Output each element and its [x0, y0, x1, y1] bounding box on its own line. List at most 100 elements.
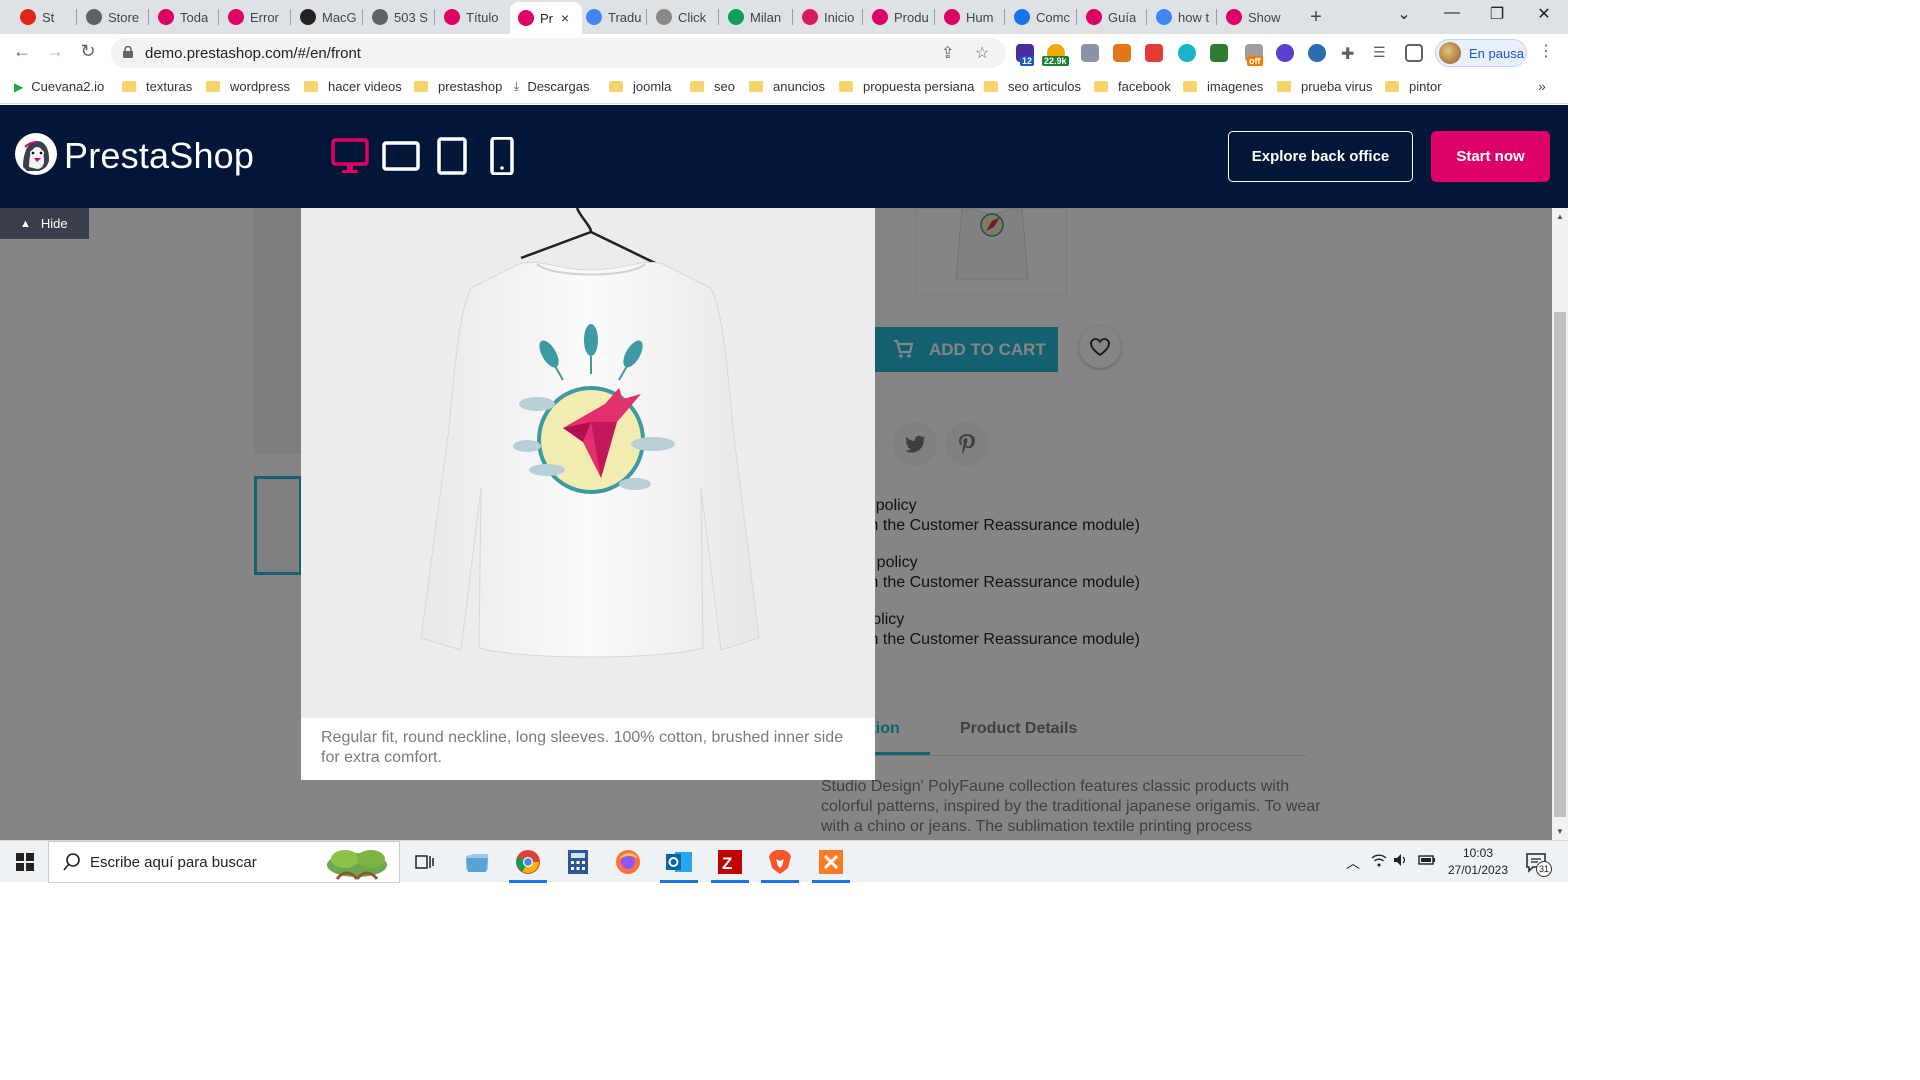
browser-tab[interactable]: Hum	[940, 6, 1000, 28]
firefox-icon[interactable]	[613, 847, 643, 877]
tab-favicon-icon	[1156, 9, 1172, 25]
browser-tab[interactable]: Milan	[724, 6, 784, 28]
tab-close-icon[interactable]: ×	[561, 10, 569, 26]
metamask-icon[interactable]	[1113, 44, 1131, 62]
brave-icon[interactable]	[761, 847, 799, 883]
browser-tab[interactable]: Error	[224, 6, 284, 28]
tab-separator	[76, 9, 77, 25]
bookmark-item[interactable]: pintor	[1385, 79, 1442, 94]
desktop-icon[interactable]	[331, 137, 369, 175]
folder-icon	[984, 81, 998, 92]
browser-tab[interactable]: Inicio	[798, 6, 858, 28]
extension-bolt-icon[interactable]	[1308, 44, 1326, 62]
browser-tab[interactable]: Store	[82, 6, 142, 28]
mobile-icon[interactable]	[490, 137, 514, 175]
maximize-icon[interactable]: ❐	[1485, 4, 1509, 24]
browser-tab[interactable]: Tradu	[582, 6, 642, 28]
profile-button[interactable]: En pausa	[1435, 39, 1527, 67]
browser-tab[interactable]: Click	[652, 6, 712, 28]
tab-favicon-icon	[656, 9, 672, 25]
bookmark-item[interactable]: anuncios	[749, 79, 825, 94]
bookmark-item[interactable]: seo	[690, 79, 735, 94]
page-scrollbar[interactable]: ▲ ▼	[1552, 208, 1568, 840]
browser-tab[interactable]: Comc	[1010, 6, 1070, 28]
media-control-icon[interactable]: ☰	[1373, 44, 1391, 62]
tab-label: Toda	[180, 9, 209, 25]
bookmark-label: Cuevana2.io	[31, 79, 105, 94]
browser-tab[interactable]: Pr ×	[510, 2, 582, 34]
share-icon[interactable]: ⇪	[941, 43, 954, 63]
menu-kebab-icon[interactable]: ⋮	[1534, 41, 1558, 61]
bookmark-item[interactable]: prestashop	[414, 79, 502, 94]
scroll-down-icon[interactable]: ▼	[1556, 827, 1564, 836]
browser-tab[interactable]: St	[16, 6, 76, 28]
task-view-icon[interactable]	[410, 847, 440, 877]
hide-toolbar-button[interactable]: ▲ Hide	[0, 208, 89, 239]
back-icon[interactable]: ←	[10, 41, 34, 62]
extension-tag-icon[interactable]	[1145, 44, 1163, 62]
prestashop-logo-text: PrestaShop	[64, 135, 255, 176]
minimize-icon[interactable]: —	[1440, 4, 1464, 22]
outlook-icon[interactable]	[660, 847, 698, 883]
new-tab-button[interactable]: +	[1306, 6, 1326, 29]
folder-icon	[839, 81, 853, 92]
browser-tab[interactable]: MacG	[296, 6, 356, 28]
bookmark-item[interactable]: ▶ Cuevana2.io	[14, 79, 104, 94]
site-favicon-icon: ▶	[14, 79, 24, 94]
forward-icon[interactable]: →	[43, 41, 67, 62]
scroll-up-icon[interactable]: ▲	[1556, 212, 1564, 221]
bookmark-item[interactable]: hacer videos	[304, 79, 402, 94]
bookmark-item[interactable]: ⤓ Descargas	[514, 79, 589, 94]
extensions-puzzle-icon[interactable]: ✚	[1341, 44, 1359, 63]
xampp-icon[interactable]	[812, 847, 850, 883]
windows-start-icon[interactable]	[16, 853, 34, 871]
start-now-button[interactable]: Start now	[1431, 131, 1550, 182]
bookmarks-overflow-icon[interactable]: »	[1538, 78, 1546, 94]
extension-box-icon[interactable]	[1210, 44, 1228, 62]
bookmark-star-icon[interactable]: ☆	[975, 43, 989, 63]
browser-tab[interactable]: 503 S	[368, 6, 428, 28]
chrome-icon[interactable]	[509, 847, 547, 883]
bookmark-item[interactable]: texturas	[122, 79, 192, 94]
bookmark-item[interactable]: imagenes	[1183, 79, 1263, 94]
battery-icon[interactable]	[1418, 853, 1436, 870]
network-wifi-icon[interactable]	[1371, 853, 1387, 870]
tab-label: Tradu	[608, 9, 642, 25]
file-explorer-icon[interactable]	[462, 847, 492, 877]
extension-ghost-icon[interactable]	[1081, 44, 1099, 62]
tablet-landscape-icon[interactable]	[382, 137, 420, 175]
volume-icon[interactable]	[1393, 853, 1409, 870]
reload-icon[interactable]: ↻	[76, 41, 100, 62]
bookmark-item[interactable]: facebook	[1094, 79, 1171, 94]
scroll-thumb[interactable]	[1554, 312, 1566, 817]
browser-tab[interactable]: Produ	[868, 6, 928, 28]
browser-tab[interactable]: how t	[1152, 6, 1212, 28]
filezilla-icon[interactable]: Z	[711, 847, 749, 883]
tab-label: Hum	[966, 9, 994, 25]
address-bar[interactable]: demo.prestashop.com/#/en/front ⇪ ☆	[111, 38, 1006, 68]
browser-tab[interactable]: Guía	[1082, 6, 1142, 28]
explore-back-office-button[interactable]: Explore back office	[1228, 131, 1413, 182]
url-text[interactable]: demo.prestashop.com/#/en/front	[145, 45, 361, 62]
calculator-icon[interactable]	[563, 847, 593, 877]
browser-tab[interactable]: Título	[440, 6, 500, 28]
folder-icon	[1277, 81, 1291, 92]
show-hidden-icons-chevron-icon[interactable]: ︿	[1346, 853, 1360, 873]
bookmark-item[interactable]: joomla	[609, 79, 671, 94]
browser-tab[interactable]: Show	[1222, 6, 1282, 28]
lock-icon[interactable]	[123, 46, 133, 58]
close-window-icon[interactable]: ✕	[1532, 4, 1556, 24]
tab-search-icon[interactable]: ⌄	[1392, 4, 1416, 24]
bookmark-item[interactable]: prueba virus	[1277, 79, 1373, 94]
tablet-portrait-icon[interactable]	[437, 137, 467, 175]
bookmark-item[interactable]: wordpress	[206, 79, 290, 94]
extension-globe-icon[interactable]	[1178, 44, 1196, 62]
browser-tab[interactable]: Toda	[154, 6, 214, 28]
system-clock[interactable]: 10:03 27/01/2023	[1443, 845, 1513, 879]
side-panel-icon[interactable]	[1405, 44, 1423, 62]
taskbar-search[interactable]: Escribe aquí para buscar	[48, 841, 400, 883]
bookmark-item[interactable]: propuesta persiana	[839, 79, 974, 94]
extension-circle-icon[interactable]	[1276, 44, 1294, 62]
tab-label: Store	[108, 9, 140, 25]
bookmark-item[interactable]: seo articulos	[984, 79, 1081, 94]
